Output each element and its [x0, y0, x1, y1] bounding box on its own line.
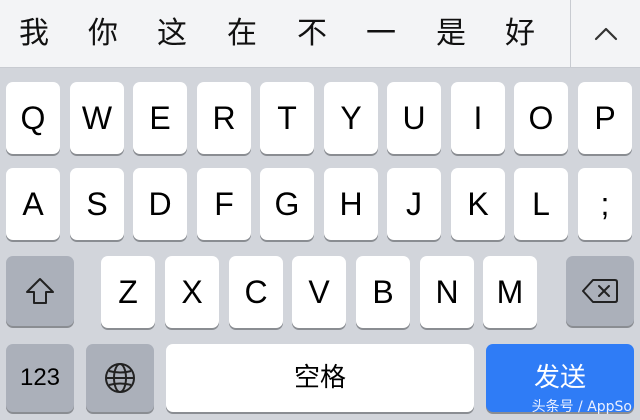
key-f[interactable]: F	[197, 168, 251, 240]
key-m[interactable]: M	[483, 256, 537, 328]
chevron-up-icon	[594, 27, 618, 41]
key-d[interactable]: D	[133, 168, 187, 240]
key-q[interactable]: Q	[6, 82, 60, 154]
candidate-word[interactable]: 我	[6, 12, 62, 56]
key-x[interactable]: X	[165, 256, 219, 328]
key-j[interactable]: J	[387, 168, 441, 240]
candidate-word[interactable]: 你	[75, 12, 131, 56]
candidate-word[interactable]: 不	[284, 12, 340, 56]
key-a[interactable]: A	[6, 168, 60, 240]
keyboard: 我 你 这 在 不 一 是 好 Q W E R T Y U I O P A S …	[0, 0, 640, 420]
key-semicolon[interactable]: ;	[578, 168, 632, 240]
watermark: 头条号 / AppSo	[531, 399, 632, 415]
backspace-icon	[582, 279, 618, 303]
key-h[interactable]: H	[324, 168, 378, 240]
key-r[interactable]: R	[197, 82, 251, 154]
key-c[interactable]: C	[229, 256, 283, 328]
key-s[interactable]: S	[70, 168, 124, 240]
key-o[interactable]: O	[514, 82, 568, 154]
candidate-bar: 我 你 这 在 不 一 是 好	[0, 0, 640, 68]
collapse-candidates-button[interactable]	[571, 0, 640, 68]
globe-icon	[105, 363, 135, 393]
key-u[interactable]: U	[387, 82, 441, 154]
shift-icon	[26, 278, 54, 304]
candidate-word[interactable]: 这	[144, 12, 200, 56]
space-key[interactable]: 空格	[166, 344, 474, 412]
send-label: 发送	[533, 363, 586, 393]
key-y[interactable]: Y	[324, 82, 378, 154]
key-g[interactable]: G	[260, 168, 314, 240]
key-p[interactable]: P	[578, 82, 632, 154]
key-b[interactable]: B	[356, 256, 410, 328]
shift-key[interactable]	[6, 256, 74, 326]
key-i[interactable]: I	[451, 82, 505, 154]
candidate-word[interactable]: 一	[353, 12, 409, 56]
candidate-word[interactable]: 是	[423, 12, 479, 56]
key-t[interactable]: T	[260, 82, 314, 154]
candidate-word[interactable]: 在	[214, 12, 270, 56]
delete-key[interactable]	[566, 256, 634, 326]
key-l[interactable]: L	[514, 168, 568, 240]
key-n[interactable]: N	[420, 256, 474, 328]
key-k[interactable]: K	[451, 168, 505, 240]
globe-key[interactable]	[86, 344, 154, 412]
key-w[interactable]: W	[70, 82, 124, 154]
key-e[interactable]: E	[133, 82, 187, 154]
numbers-key[interactable]: 123	[6, 344, 74, 412]
key-v[interactable]: V	[292, 256, 346, 328]
candidate-word[interactable]: 好	[492, 12, 548, 56]
key-z[interactable]: Z	[101, 256, 155, 328]
